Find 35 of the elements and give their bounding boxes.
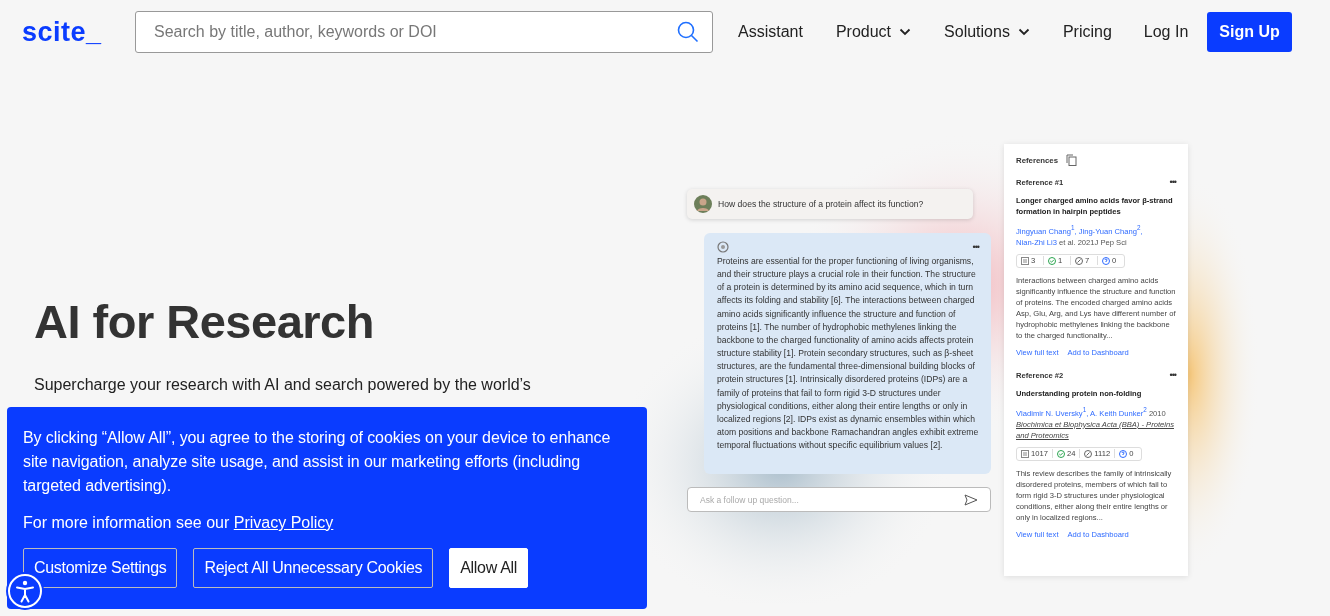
privacy-policy-link[interactable]: Privacy Policy (233, 514, 334, 531)
question-circle-icon (1119, 449, 1128, 458)
question-circle-icon (1102, 256, 1110, 265)
answer-text: Proteins are essential for the proper functioning of living organisms, and their structure plays a crucial role in their function. The structure of a protein is determined by its amino acid sequence, which in turn affects its folding and stability [6]. The interactions between charged amino acids significantly influence the structure and function of proteins [1]. The number of hydrophobic methylenes linking the backbone to the charged functionality of amino acids affects protein structure stability [1]. Protein secondary structures, such as β-sheet structures, are the fundamental three-dimensional building blocks of protein structures [1]. Intrinsically disordered proteins (IDPs) are a family of proteins that fail to form rigid 3-D structures under physiological conditions, either along their entire lengths or only in localized regions [2]. IDPs exist as dynamic ensembles within which atom positions and backbone Ramachandran angles exhibit extreme temporal fluctuations without specific equilibrium values [2]. (717, 255, 979, 453)
nav-link[interactable]: Assistant (738, 23, 803, 41)
sign-up-button[interactable]: Sign Up (1207, 12, 1292, 52)
send-icon[interactable] (964, 494, 978, 506)
more-button[interactable]: ••• (972, 243, 979, 251)
question-text: How does the structure of a protein affect its function? (718, 199, 924, 209)
search-field[interactable]: Search by title, author, keywords or DOI (135, 11, 713, 53)
nav-link[interactable]: Product (835, 23, 912, 41)
accessibility-icon[interactable] (5, 571, 45, 611)
cookie-button[interactable]: Reject All Unnecessary Cookies (193, 548, 434, 588)
ai-logo-icon (717, 241, 729, 253)
copy-icon[interactable] (1066, 154, 1078, 166)
more-button[interactable]: ••• (1169, 178, 1176, 187)
document-icon (1021, 449, 1029, 458)
logo[interactable]: scite_ (22, 16, 135, 48)
cookie-button[interactable]: Allow All (449, 548, 529, 588)
check-circle-icon (1056, 449, 1065, 458)
check-circle-icon (1048, 256, 1056, 265)
cookie-text: By clicking “Allow All”, you agree to the storing of cookies on your device to enhance site navigation, analyze site usage, and assist in our marketing efforts (including targeted advertising). (23, 428, 612, 496)
more-button[interactable]: ••• (1169, 371, 1176, 381)
hero-title: AI for Research (34, 294, 375, 349)
slash-circle-icon (1075, 256, 1083, 265)
nav-link[interactable]: Log In (1143, 23, 1189, 41)
nav-link[interactable]: Solutions (944, 23, 1030, 41)
avatar-icon (694, 195, 712, 213)
follow-up-field[interactable]: Ask a follow up question... (687, 487, 991, 512)
nav-link[interactable]: Pricing (1062, 23, 1112, 41)
document-icon (1021, 256, 1029, 265)
privacy-info: For more information see our Privacy Policy (23, 514, 335, 532)
slash-circle-icon (1084, 449, 1093, 458)
hero-subtitle: Supercharge your research with AI and search powered by the world’s (34, 375, 532, 395)
search-icon[interactable] (677, 21, 699, 43)
